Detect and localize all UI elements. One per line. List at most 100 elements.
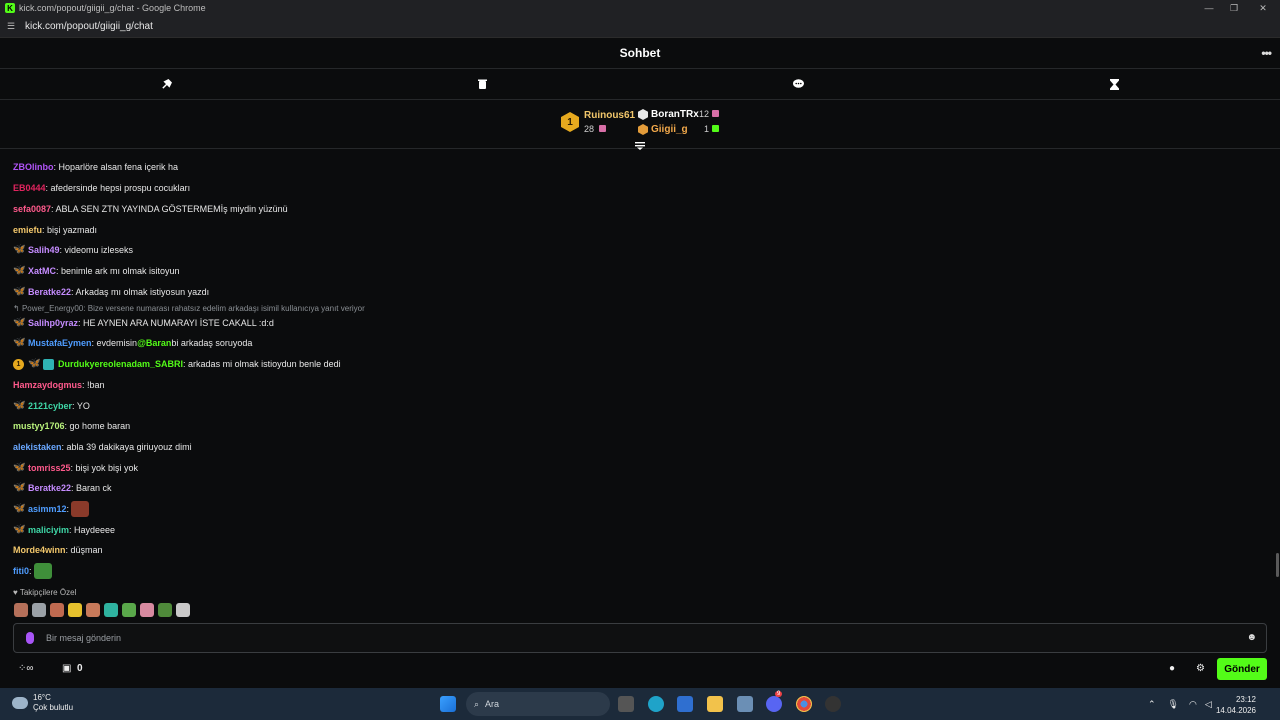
chevron-up-icon[interactable]: ⌃ xyxy=(1148,699,1156,710)
chat-username[interactable]: mustyy1706 xyxy=(13,421,65,431)
chat-message: emiefu: bişi yazmadı xyxy=(13,223,97,237)
chat-username[interactable]: Durdukyereolenadam_SABRI xyxy=(58,359,183,369)
settings-app-icon[interactable] xyxy=(737,696,753,712)
hourglass-icon[interactable] xyxy=(1107,77,1121,91)
chat-scrollbar[interactable] xyxy=(1276,553,1279,577)
chat-message-text: : abla 39 dakikaya giriuyouz dimi xyxy=(61,442,192,452)
send-button[interactable]: Gönder xyxy=(1217,658,1267,680)
chat-username[interactable]: EB0444 xyxy=(13,183,46,193)
follower-emote[interactable] xyxy=(122,603,136,617)
gear-icon[interactable]: ⚙ xyxy=(1196,663,1205,674)
leader-first-name[interactable]: Ruinous61 xyxy=(584,110,635,121)
message-input[interactable] xyxy=(46,628,1226,648)
chat-username[interactable]: sefa0087 xyxy=(13,204,51,214)
chat-username[interactable]: XatMC xyxy=(28,266,56,276)
store-icon[interactable]: ▣ xyxy=(62,663,71,674)
edge-icon[interactable] xyxy=(648,696,664,712)
file-explorer-icon[interactable] xyxy=(707,696,723,712)
channel-points-icon[interactable]: ⁘∞ xyxy=(18,663,34,674)
chat-username[interactable]: emiefu xyxy=(13,225,42,235)
chat-message: Morde4winn: düşman xyxy=(13,543,103,557)
microphone-tray-icon[interactable]: 🎙 xyxy=(1168,699,1179,710)
system-tray: ⌃ 🎙 ◠ ◁ xyxy=(1148,688,1212,720)
wifi-icon[interactable]: ◠ xyxy=(1189,699,1197,710)
chat-username[interactable]: maliciyim xyxy=(28,525,69,535)
chat-message-text: : videomu izleseks xyxy=(59,245,134,255)
trash-icon[interactable] xyxy=(475,77,489,91)
chat-settings-bubble-icon[interactable]: ● xyxy=(1169,663,1175,674)
store-app-icon[interactable] xyxy=(677,696,693,712)
follower-emote[interactable] xyxy=(140,603,154,617)
subscriber-badge-icon: 🦋 xyxy=(13,337,26,348)
kick-favicon-icon: K xyxy=(5,3,15,13)
chat-username[interactable]: alekistaken xyxy=(13,442,62,452)
sub-gifter-badge-icon: 1 xyxy=(13,358,24,370)
chat-message: ZBOlinbo: Hoparlöre alsan fena içerik ha xyxy=(13,160,178,174)
cloud-icon xyxy=(12,697,28,709)
taskbar: 16°C Çok bulutlu ⌕ Ara 9 ⌃ 🎙 ◠ ◁ 23:12 1… xyxy=(0,688,1280,720)
site-info-icon[interactable]: ☰ xyxy=(7,21,19,32)
chat-mention[interactable]: @Baran xyxy=(137,338,171,348)
subscriber-badge-icon: 🦋 xyxy=(13,482,26,493)
subscriber-badge-icon: 🦋 xyxy=(13,244,26,255)
follower-emote[interactable] xyxy=(104,603,118,617)
follower-emote[interactable] xyxy=(86,603,100,617)
chat-message: 🦋 maliciyim: Haydeeee xyxy=(13,523,115,537)
chat-username[interactable]: MustafaEymen xyxy=(28,338,92,348)
discord-icon[interactable] xyxy=(766,696,782,712)
follower-emote[interactable] xyxy=(14,603,28,617)
follower-emote[interactable] xyxy=(50,603,64,617)
followers-only-label: ♥ Takipçilere Özel xyxy=(13,588,77,597)
microphone-icon[interactable] xyxy=(26,632,34,644)
clock-time: 23:12 xyxy=(1235,695,1256,704)
temperature: 16°C xyxy=(33,693,51,702)
hammer-icon[interactable] xyxy=(159,77,173,91)
app-icon[interactable] xyxy=(825,696,841,712)
taskbar-search[interactable]: ⌕ Ara xyxy=(466,692,610,716)
address-bar[interactable]: ☰ kick.com/popout/giigii_g/chat xyxy=(0,16,1280,38)
chat-username[interactable]: Beratke22 xyxy=(28,483,71,493)
chat-message: 🦋 XatMC: benimle ark mı olmak isitoyun xyxy=(13,264,180,278)
follower-emote[interactable] xyxy=(32,603,46,617)
chat-username[interactable]: asimm12 xyxy=(28,504,67,514)
url-text[interactable]: kick.com/popout/giigii_g/chat xyxy=(25,21,153,32)
chat-username[interactable]: fiti0 xyxy=(13,566,29,576)
chrome-icon[interactable] xyxy=(796,696,812,712)
windows-start-icon[interactable] xyxy=(440,696,456,712)
taskbar-clock[interactable]: 23:12 14.04.2026 xyxy=(1216,694,1256,716)
search-placeholder: Ara xyxy=(485,699,500,709)
chat-emote[interactable] xyxy=(71,501,90,517)
weather-widget[interactable]: 16°C Çok bulutlu xyxy=(12,693,73,713)
chat-emote[interactable] xyxy=(33,563,52,579)
chat-username[interactable]: ZBOlinbo xyxy=(13,162,54,172)
chat-message: 🦋 Salihp0yraz: HE AYNEN ARA NUMARAYI İSTE… xyxy=(13,316,274,330)
chat-message-text: : !ban xyxy=(82,380,105,390)
chat-username[interactable]: Morde4winn xyxy=(13,545,66,555)
chat-username[interactable]: 2121cyber xyxy=(28,401,72,411)
chat-message-text: : Baran ck xyxy=(71,483,112,493)
leader-third-name[interactable]: Giigii_g xyxy=(651,124,688,135)
chat-username[interactable]: Beratke22 xyxy=(28,287,71,297)
followers-only-text: Takipçilere Özel xyxy=(19,588,77,597)
leader-second-name[interactable]: BoranTRx xyxy=(651,109,699,120)
follower-emote[interactable] xyxy=(158,603,172,617)
search-icon: ⌕ xyxy=(474,698,480,709)
window-title: kick.com/popout/giigii_g/chat - Google C… xyxy=(19,3,206,13)
chat-bubble-icon[interactable] xyxy=(791,77,805,91)
chat-username[interactable]: Salih49 xyxy=(28,245,60,255)
task-view-icon[interactable] xyxy=(618,696,634,712)
chat-username[interactable]: Hamzaydogmus xyxy=(13,380,82,390)
reply-context[interactable]: ↰ Power_Energy00: Bize versene numarası … xyxy=(13,304,365,313)
follower-emote[interactable] xyxy=(176,603,190,617)
chat-username[interactable]: Salihp0yraz xyxy=(28,318,78,328)
volume-icon[interactable]: ◁ xyxy=(1205,699,1212,710)
collapse-leaderboard-icon[interactable] xyxy=(634,142,646,154)
emoji-picker-icon[interactable]: ☻ xyxy=(1246,632,1257,643)
discord-notification-badge: 9 xyxy=(775,691,783,697)
message-composer[interactable]: ☻ xyxy=(13,623,1267,653)
chat-username[interactable]: tomriss25 xyxy=(28,463,71,473)
close-window-button[interactable]: ✕ xyxy=(1246,0,1280,16)
more-options-icon[interactable]: ••• xyxy=(1261,46,1272,60)
chat-message: alekistaken: abla 39 dakikaya giriuyouz … xyxy=(13,440,192,454)
follower-emote[interactable] xyxy=(68,603,82,617)
